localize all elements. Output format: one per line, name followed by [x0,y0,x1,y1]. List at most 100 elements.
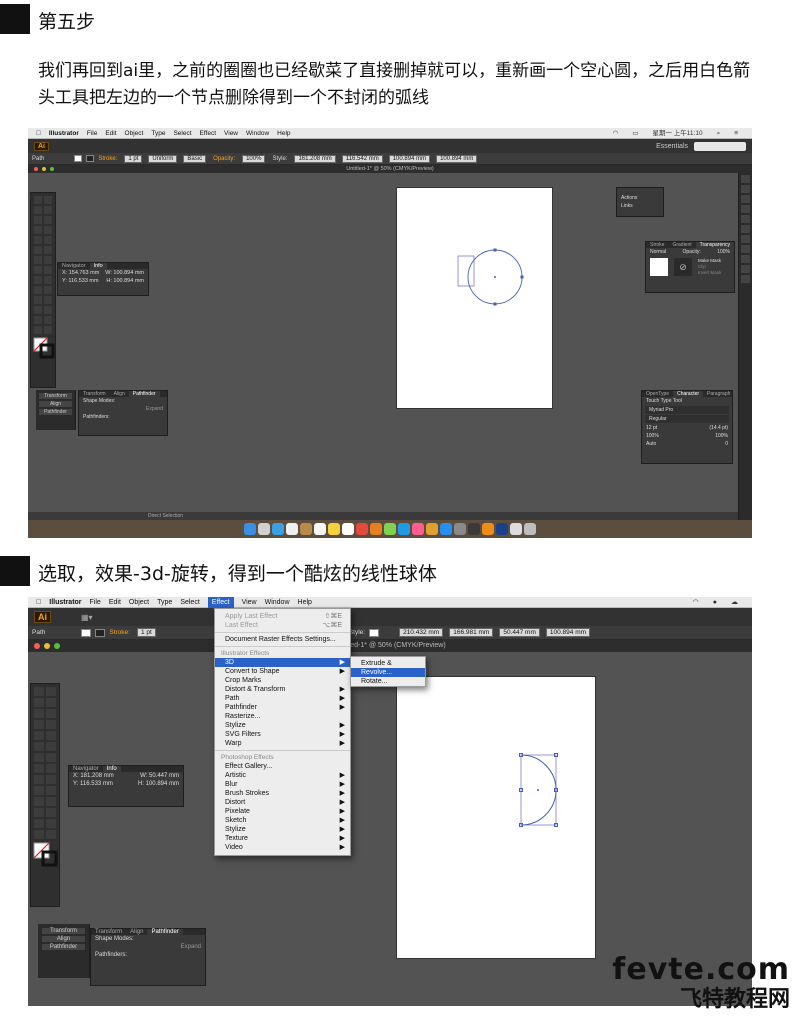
menu-item-brush-strokes[interactable]: Brush Strokes ▶ [215,789,350,798]
menu-select[interactable]: Select [173,130,191,137]
transparency-opacity-field[interactable]: 100% [717,249,730,255]
menu-app-name[interactable]: Illustrator [49,597,81,608]
half-arc-path-art[interactable] [397,677,597,960]
downloads-icon[interactable] [510,523,522,535]
zoom-window-button[interactable] [50,167,54,171]
gradient-tool-icon[interactable] [46,786,56,795]
style-swatch[interactable] [369,628,380,637]
tab-align[interactable]: Align [126,929,147,935]
scale-tool-icon[interactable] [44,256,52,264]
stroke-weight-field[interactable]: 1 pt [136,628,156,637]
leading-field[interactable]: (14.4 pt) [709,425,728,431]
touch-type-tool[interactable]: Touch Type Tool [642,397,732,405]
actions-item[interactable]: Actions [617,194,663,202]
calendar-icon[interactable] [314,523,326,535]
reminders-icon[interactable] [342,523,354,535]
menu-item-distort-transform[interactable]: Distort & Transform ▶ [215,685,350,694]
menu-edit[interactable]: Edit [105,130,116,137]
width-tool-icon[interactable] [34,266,42,274]
menu-window[interactable]: Window [265,597,290,608]
perspective-grid-icon[interactable] [46,775,56,784]
launchpad-icon[interactable] [258,523,270,535]
tab-opentype[interactable]: OpenType [642,391,673,397]
dock-align[interactable]: Align [42,936,85,942]
perspective-grid-icon[interactable] [44,276,52,284]
tab-transform[interactable]: Transform [91,929,126,935]
paintbrush-icon[interactable] [34,731,44,740]
dock-transform[interactable]: Transform [39,393,72,399]
expand-button[interactable]: Expand [79,405,167,413]
rotate-tool-icon[interactable] [34,256,42,264]
wifi-icon[interactable]: ◠ [693,597,699,608]
extrude-bevel-item[interactable]: Extrude & Bevel... [351,659,425,676]
font-style-select[interactable]: Regular [645,415,729,423]
eraser-icon[interactable] [46,742,56,751]
font-size-field[interactable]: 12 pt [646,425,657,431]
wifi-icon[interactable]: ◠ [613,128,619,139]
qq-icon[interactable]: ● [713,597,717,608]
rotate-tool-icon[interactable] [34,753,44,762]
illustrator-dock-icon[interactable] [482,523,494,535]
selection-tool-icon[interactable] [34,687,44,696]
finder-icon[interactable] [244,523,256,535]
menu-item-crop-marks[interactable]: Crop Marks [215,676,350,685]
list-icon[interactable]: ≡ [734,128,738,139]
h-field[interactable]: 100.894 mm [436,154,478,163]
tab-info[interactable]: Info [102,766,121,772]
x-field[interactable]: 161.208 mm [294,154,336,163]
safari-icon[interactable] [272,523,284,535]
symbol-sprayer-icon[interactable] [34,306,42,314]
ibooks-icon[interactable] [426,523,438,535]
menu-view[interactable]: View [242,597,257,608]
photos-icon[interactable] [370,523,382,535]
menu-item-texture[interactable]: Texture ▶ [215,834,350,843]
menu-effect[interactable]: Effect [207,597,234,608]
opacity-field[interactable]: 100% [242,154,266,163]
blend-tool-icon[interactable] [46,797,56,806]
stroke-weight-field[interactable]: 1 pt [124,154,143,163]
menu-item-rasterize[interactable]: Rasterize... [215,712,350,721]
stroke-label[interactable]: Stroke: [109,629,130,636]
menu-view[interactable]: View [224,130,238,137]
shape-builder-icon[interactable] [34,276,42,284]
menu-item-blur[interactable]: Blur ▶ [215,780,350,789]
blob-brush-icon[interactable] [34,246,42,254]
fill-swatch[interactable] [81,628,92,637]
menu-edit[interactable]: Edit [109,597,121,608]
apple-icon[interactable]:  [36,597,41,608]
fill-swatch[interactable] [74,155,83,162]
menu-item-video[interactable]: Video ▶ [215,843,350,852]
type-tool-icon[interactable] [44,216,52,224]
magic-wand-icon[interactable] [34,698,44,707]
ellipse-tool-icon[interactable] [44,226,52,234]
app-store-icon[interactable] [440,523,452,535]
links-item[interactable]: Links [617,202,663,210]
slice-tool-icon[interactable] [46,819,56,828]
mail-icon[interactable] [286,523,298,535]
y-field[interactable]: 166.981 mm [449,628,494,637]
arrange-documents-icon[interactable]: ▦▾ [81,613,93,622]
menu-item-stylize-ps[interactable]: Stylize ▶ [215,825,350,834]
invert-mask-checkbox[interactable]: Invert Mask [698,270,721,276]
menu-app-name[interactable]: Illustrator [49,130,79,137]
close-window-button[interactable] [34,643,40,649]
hand-tool-icon[interactable] [34,326,42,334]
tracking-field[interactable]: 0 [725,441,728,447]
ellipse-tool-icon[interactable] [46,720,56,729]
line-tool-icon[interactable] [34,720,44,729]
qq-icon[interactable] [468,523,480,535]
system-preferences-icon[interactable] [454,523,466,535]
menu-item-effect-gallery[interactable]: Effect Gallery... [215,762,350,771]
x-field[interactable]: 210.432 mm [399,628,444,637]
w-field[interactable]: 100.894 mm [388,154,431,163]
horizontal-scale-field[interactable]: 100% [715,433,728,439]
opacity-label[interactable]: Opacity: [213,156,235,162]
zoom-tool-icon[interactable] [44,326,52,334]
h-field[interactable]: 100.894 mm [545,628,591,637]
dock-transform[interactable]: Transform [42,928,85,934]
menu-effect[interactable]: Effect [200,130,217,137]
lasso-icon[interactable] [44,206,52,214]
zoom-window-button[interactable] [54,643,60,649]
graph-tool-icon[interactable] [46,808,56,817]
menu-item-stylize[interactable]: Stylize ▶ [215,721,350,730]
